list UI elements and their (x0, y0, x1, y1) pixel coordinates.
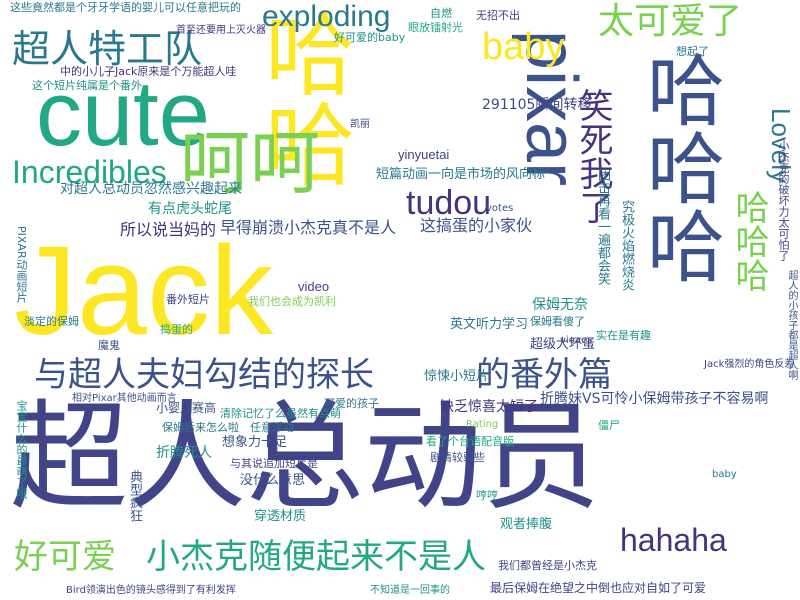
cloud-word: 惊悚小短片 (424, 369, 490, 384)
cloud-word: 眼放镭射光 (408, 21, 463, 34)
cloud-word: 291105瞬间转移 (482, 97, 592, 113)
cloud-word: 我们都曾经是小杰克 (498, 559, 597, 572)
cloud-word: 缺乏惊喜太短了 (440, 399, 538, 415)
cloud-word: 想起了 (676, 45, 709, 58)
cloud-word: 折腾死人 (156, 445, 212, 461)
cloud-word: 哼哼 (476, 489, 498, 502)
cloud-word: 太可爱了 (598, 1, 743, 42)
cloud-word: 好可爱的baby (334, 31, 406, 44)
cloud-word: votes (486, 203, 514, 214)
cloud-word: 不知道是一回事的 (370, 585, 450, 596)
cloud-word: 好可爱 (14, 537, 116, 577)
cloud-word: 看了个台语配音版 (426, 435, 514, 448)
cloud-word: yinyuetai (398, 147, 450, 162)
cloud-word: 可爱的孩子 (324, 397, 379, 410)
cloud-word: vioaes (560, 335, 593, 346)
cloud-word: 无招不出 (476, 9, 520, 22)
cloud-word: baby (712, 469, 737, 480)
cloud-word: 保姆无奈 (532, 297, 588, 313)
cloud-word: 首至还要用上灭火器 (176, 25, 266, 36)
cloud-word: 魔鬼 (98, 339, 120, 352)
cloud-word: 的番外篇 (476, 355, 612, 395)
cloud-word: 小杰克随便起来不是人 (146, 537, 486, 577)
cloud-word: 淡定的保姆 (24, 315, 79, 328)
cloud-word: Rating (466, 419, 499, 430)
cloud-word: 有点虎头蛇尾 (148, 201, 232, 217)
cloud-word: 与其说追加短片是 (230, 457, 318, 470)
cloud-word: 折腾妹VS可怜小保姆带孩子不容易啊 (540, 391, 769, 407)
cloud-word: 凯丽 (350, 119, 370, 130)
cloud-word: 对超人总动员忽然感兴趣起来 (60, 181, 242, 197)
cloud-word: 任意浮动 (250, 421, 294, 434)
cloud-word: 中的小儿子Jack原来是个万能超人哇 (60, 65, 237, 78)
cloud-word: hahaha (620, 522, 727, 558)
cloud-word: Jack (14, 220, 274, 361)
cloud-word: 清除记忆了么虽然有点萌 (220, 407, 341, 420)
word-cloud: Jack 超人总动员 哈哈 cute 呵呵 pixar 哈哈哈 超人特工队 ex… (0, 0, 800, 600)
cloud-word: Jack强烈的角色反差 (704, 359, 795, 370)
cloud-word: 哈哈哈 (729, 190, 769, 292)
cloud-word: 穿透材质 (254, 509, 307, 524)
cloud-word: 保姆看傻了 (530, 315, 585, 328)
cloud-word: 想象力十足 (222, 435, 288, 450)
cloud-word: 超人特工队 (12, 27, 203, 71)
cloud-word: 这个短片纯属是个番外 (32, 79, 142, 92)
cloud-word: 哈哈哈 (634, 50, 724, 284)
cloud-word: 早得崩溃小杰克真不是人 (220, 218, 397, 237)
cloud-word: 相对Pixar其他动画而言 (72, 393, 177, 404)
cloud-word: baby (482, 26, 565, 68)
cloud-word: exploding (262, 0, 391, 33)
cloud-word: 英文听力学习 (450, 317, 529, 332)
cloud-word: 观者捧腹 (500, 517, 553, 532)
cloud-word: 最后保姆在绝望之中倒也应对自如了可爱 (490, 581, 707, 595)
cloud-word: 小杰克的破坏力太可怕了 (777, 140, 790, 261)
cloud-word: 团击再看一遍都会笑 (595, 168, 610, 285)
cloud-word: 所以说当妈的 (120, 220, 217, 239)
cloud-word: 典型疯狂 (127, 470, 142, 522)
cloud-word: 这搞蛋的小家伙 (420, 216, 533, 235)
cloud-word: PIXAR动画短片 (15, 226, 28, 303)
cloud-word: 短篇动画一向是市场的风向标 (376, 167, 546, 182)
cloud-word: 我们也会成为凯利 (248, 295, 336, 308)
cloud-word: tudou (406, 184, 492, 222)
cloud-word: 这些竟然都是个牙牙学语的婴儿可以任意把玩的 (10, 1, 241, 14)
cloud-word: 究极火焰燃烧炎 (619, 200, 634, 291)
cloud-word: 实在是有趣 (596, 329, 651, 342)
cloud-word: 保姆后来怎么啦 (162, 421, 239, 434)
cloud-word: 没什么意思 (240, 473, 306, 488)
cloud-word: 自燃 (430, 7, 452, 20)
cloud-word: 僵尸 (598, 419, 620, 432)
cloud-word: 与超人夫妇勾结的探长 (34, 355, 374, 395)
cloud-word: 番外短片 (166, 293, 210, 306)
cloud-word: 捣蛋的 (160, 323, 193, 336)
cloud-word: video (298, 279, 330, 294)
cloud-word: Bird领演出色的镜头感得到了有利发挥 (66, 585, 236, 596)
cloud-word: 宝宝什么的最萌了哦 (15, 400, 28, 499)
cloud-word: 剧情较弱些 (430, 451, 485, 464)
